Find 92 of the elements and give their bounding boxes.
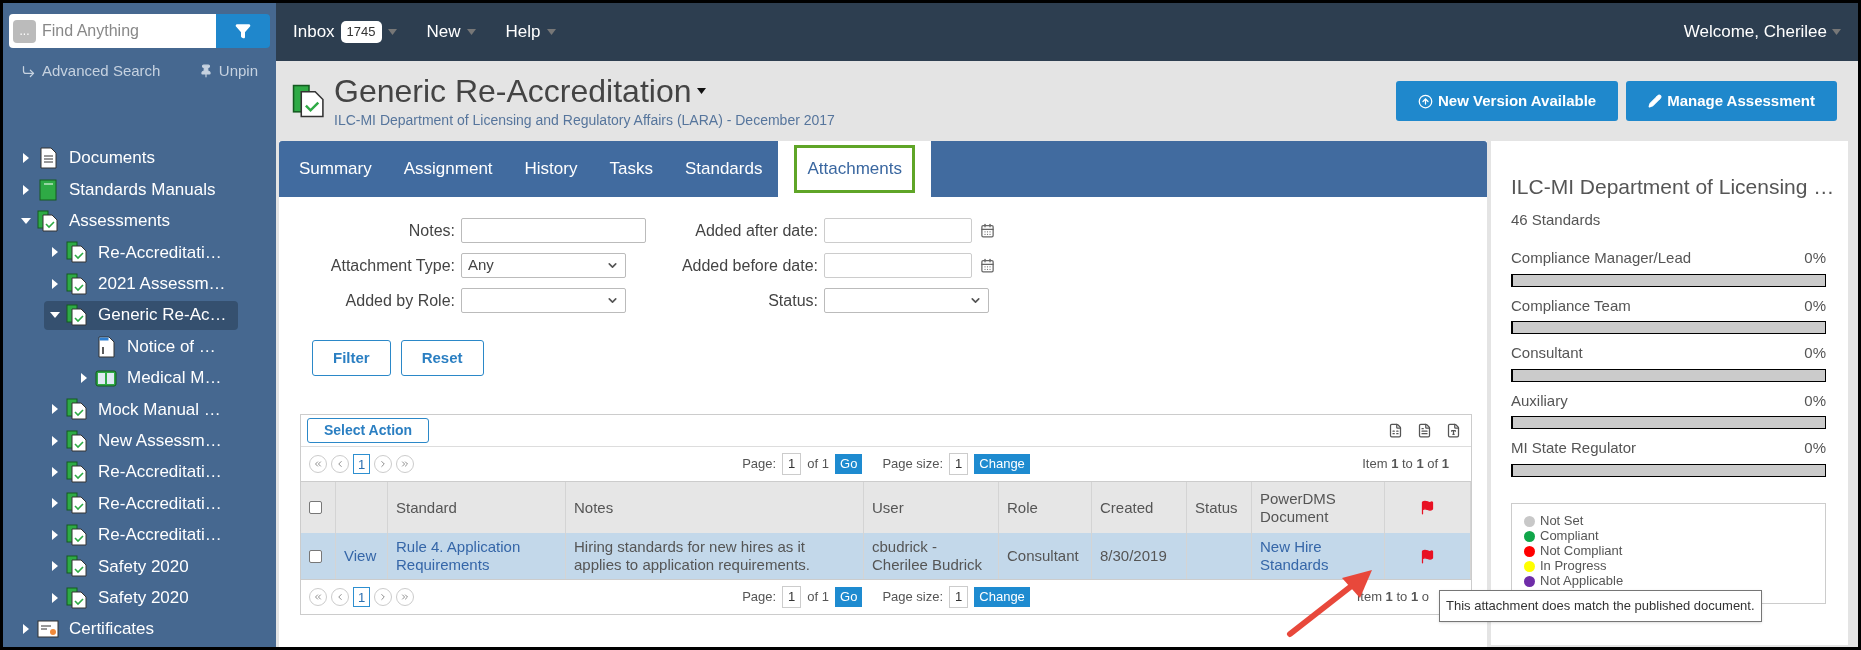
assessment-subtitle: ILC-MI Department of Licensing and Regulatory Affairs (LARA) - December 2017 — [334, 110, 835, 130]
legend-label: Not Compliant — [1540, 543, 1623, 561]
tree-item[interactable]: Assessments — [15, 206, 183, 236]
role-label: Compliance Team — [1511, 295, 1631, 316]
advanced-search-link[interactable]: Advanced Search — [21, 60, 161, 83]
page-size-input[interactable]: 1 — [949, 453, 969, 475]
tab[interactable]: Standards — [668, 141, 779, 197]
field-label: Status: — [767, 290, 819, 311]
column-header[interactable]: Created — [1100, 498, 1154, 517]
dropdown[interactable]: Any — [461, 253, 626, 278]
table-link[interactable]: Rule 4. Application Requirements — [396, 538, 557, 574]
page-label: Page: — [742, 588, 777, 607]
go-button[interactable]: Go — [835, 587, 863, 607]
field-label: Added by Role: — [344, 290, 456, 311]
column-header[interactable]: PowerDMS Document — [1260, 489, 1376, 526]
page-input[interactable]: 1 — [782, 586, 802, 608]
tab[interactable]: Attachments — [778, 141, 931, 197]
column-header[interactable]: Role — [1007, 498, 1038, 517]
field-label: Added before date: — [680, 255, 819, 276]
field-label: Added after date: — [694, 220, 819, 241]
view-link[interactable]: View — [344, 547, 377, 565]
tree-item[interactable]: Re-Accreditati… — [44, 237, 234, 267]
page-size-label: Page size: — [882, 455, 944, 474]
tree-item[interactable]: Mock Manual … — [44, 394, 233, 424]
tree-item[interactable]: Generic Re-Ac… — [44, 300, 239, 330]
role-label: MI State Regulator — [1511, 438, 1637, 458]
tree-item[interactable]: Re-Accreditati… — [44, 489, 234, 518]
tree-item[interactable]: Re-Accreditati… — [44, 457, 234, 487]
change-button[interactable]: Change — [974, 587, 1030, 607]
progress-reading: 0% — [1804, 390, 1826, 411]
progress-reading: 0% — [1804, 438, 1826, 458]
search-prefix: ... — [13, 19, 36, 43]
tab[interactable]: Assignment — [387, 141, 509, 197]
go-button[interactable]: Go — [835, 454, 863, 474]
column-header[interactable]: Notes — [574, 498, 614, 517]
tree-item[interactable]: Medical M… — [73, 363, 234, 393]
page-number-button[interactable]: 1 — [353, 454, 371, 474]
menu-button[interactable]: New — [426, 19, 476, 45]
new-version-button[interactable]: New Version Available — [1396, 81, 1619, 121]
reset-button[interactable]: Reset — [400, 340, 484, 376]
table-cell: Consultant — [1007, 547, 1079, 565]
user-menu[interactable]: Welcome, Cherilee — [1683, 19, 1841, 45]
tab[interactable]: Summary — [283, 141, 388, 197]
progress-reading: 0% — [1804, 343, 1826, 363]
menu-button[interactable]: Help — [505, 19, 556, 45]
page-number-button[interactable]: 1 — [353, 587, 371, 607]
filter-button[interactable]: Filter — [312, 340, 391, 376]
page-size-input[interactable]: 1 — [949, 586, 969, 608]
page-size-label: Page size: — [882, 588, 944, 607]
table-link[interactable]: New Hire Standards — [1260, 538, 1376, 574]
legend-label: In Progress — [1540, 558, 1607, 576]
page-count: of 1 — [807, 588, 830, 607]
tree-item[interactable]: Safety 2020 — [44, 551, 201, 581]
tree-item[interactable]: 2021 Assessm… — [44, 269, 238, 299]
field-label: Notes: — [407, 220, 456, 241]
tree-item[interactable]: Standards Manuals — [15, 175, 228, 205]
page-input[interactable]: 1 — [782, 453, 802, 475]
tree-item[interactable]: Certificates — [15, 614, 167, 644]
column-header[interactable]: Status — [1195, 498, 1238, 517]
progress-reading: 0% — [1804, 295, 1826, 316]
role-label: Consultant — [1511, 343, 1583, 363]
page-label: Page: — [742, 455, 777, 474]
tree-item[interactable]: Safety 2020 — [44, 583, 201, 613]
role-label: Compliance Manager/Lead — [1511, 248, 1692, 268]
assessment-title[interactable]: Generic Re-Accreditation — [334, 71, 835, 110]
legend-label: Not Applicable — [1540, 573, 1624, 591]
tree-item[interactable]: Re-Accreditati… — [44, 520, 234, 550]
tree-item[interactable]: New Assessm… — [44, 426, 234, 456]
change-button[interactable]: Change — [974, 454, 1030, 474]
unpin-link[interactable]: Unpin — [198, 60, 258, 83]
tab[interactable]: Tasks — [593, 141, 669, 197]
tooltip: This attachment does match the published document. — [1439, 590, 1762, 622]
table-cell-text: Hiring standards for new hires as it applies to application requirements. — [574, 538, 811, 574]
count-badge: 1745 — [340, 21, 382, 43]
select-action-button[interactable]: Select Action — [307, 418, 430, 443]
table-cell-text: cbudrick - Cherilee Budrick — [872, 538, 984, 574]
menu-button[interactable]: Inbox 1745 — [293, 19, 397, 45]
item-count: Item 1 to 1 of 1 — [1362, 456, 1449, 472]
column-header[interactable]: User — [872, 498, 904, 517]
standards-count: 46 Standards — [1511, 209, 1602, 230]
field-label: Attachment Type: — [329, 255, 456, 276]
tab[interactable]: History — [508, 141, 594, 197]
table-cell: 8/30/2019 — [1100, 547, 1167, 565]
tree-item[interactable]: Notice of … — [73, 332, 228, 362]
progress-reading: 0% — [1804, 248, 1826, 268]
page-count: of 1 — [807, 455, 830, 474]
role-label: Auxiliary — [1511, 390, 1568, 411]
tree-item[interactable]: Documents — [15, 143, 167, 173]
search-input[interactable]: Find Anything — [42, 19, 192, 43]
column-header[interactable]: Standard — [396, 498, 457, 517]
manage-assessment-button[interactable]: Manage Assessment — [1626, 81, 1837, 121]
table-row[interactable]: View Rule 4. Application Requirements Hiring standards for new hires as it applies to application requirements. cbudrick - Cherilee Budrick Consultant 8/30/2019 New Hire Standards — [301, 533, 1471, 579]
